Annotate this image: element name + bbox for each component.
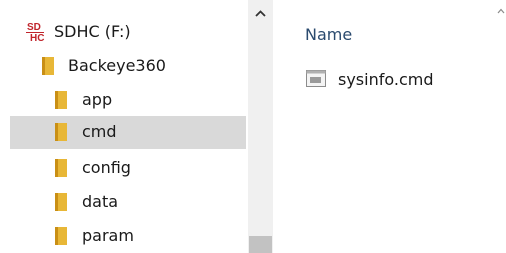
folder-icon [55, 159, 67, 177]
sd-card-drive-icon: SD HC [26, 22, 44, 44]
nav-item-folder-backeye360[interactable]: Backeye360 [10, 50, 246, 83]
nav-item-drive-sdhc[interactable]: SD HC SDHC (F:) [10, 16, 246, 49]
nav-item-label: app [82, 90, 113, 109]
column-header-name[interactable]: Name [305, 25, 352, 45]
nav-item-label: data [82, 192, 119, 211]
folder-icon [55, 193, 67, 211]
file-name: sysinfo.cmd [338, 70, 434, 89]
svg-text:SD: SD [27, 22, 41, 33]
nav-item-folder-cmd[interactable]: cmd [10, 116, 246, 149]
folder-icon [42, 57, 54, 75]
nav-item-folder-data[interactable]: data [10, 186, 246, 219]
file-list-pane: Name sysinfo.cmd [273, 0, 506, 253]
nav-item-label: cmd [82, 122, 117, 141]
scroll-thumb[interactable] [249, 236, 272, 253]
nav-item-label: param [82, 226, 134, 245]
folder-icon [55, 123, 67, 141]
chevron-up-icon [255, 10, 266, 17]
file-row-sysinfo[interactable]: sysinfo.cmd [303, 68, 493, 94]
cmd-file-icon [306, 70, 326, 87]
folder-icon [55, 227, 67, 245]
nav-item-label: Backeye360 [68, 56, 166, 75]
scroll-up-button[interactable] [248, 0, 273, 26]
nav-vertical-scrollbar[interactable] [248, 0, 273, 253]
navigation-pane: SD HC SDHC (F:) Backeye360 app cmd confi… [0, 0, 248, 253]
nav-item-folder-param[interactable]: param [10, 220, 246, 253]
folder-icon [55, 91, 67, 109]
nav-item-label: config [82, 158, 131, 177]
nav-item-label: SDHC (F:) [54, 22, 131, 41]
nav-item-folder-app[interactable]: app [10, 84, 246, 117]
nav-item-folder-config[interactable]: config [10, 152, 246, 185]
svg-text:HC: HC [30, 33, 44, 44]
sort-ascending-icon [497, 8, 505, 14]
